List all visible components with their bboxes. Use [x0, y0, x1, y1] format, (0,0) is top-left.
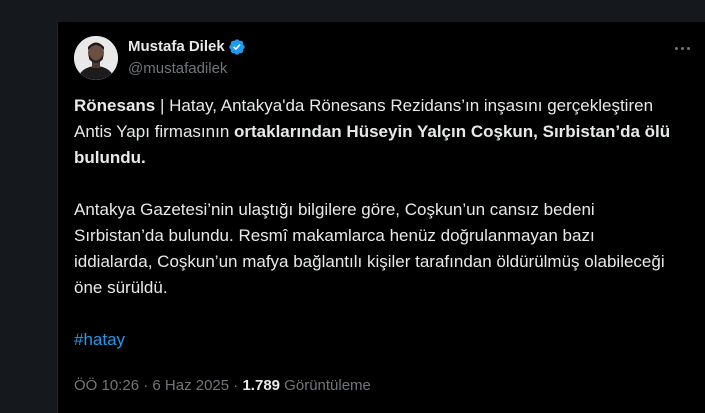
more-options-icon[interactable] — [670, 38, 694, 58]
hashtag-link[interactable]: #hatay — [74, 330, 125, 349]
avatar-image — [74, 36, 118, 80]
tweet-header: Mustafa Dilek @mustafadilek — [74, 36, 694, 80]
author-display-name[interactable]: Mustafa Dilek — [128, 37, 225, 57]
views-count: 1.789 — [242, 377, 281, 394]
views-label: Görüntüleme — [280, 377, 371, 394]
verified-badge-icon[interactable] — [228, 38, 246, 56]
tweet-time[interactable]: ÖÖ 10:26 — [74, 377, 139, 394]
tweet-paragraph-1: Rönesans | Hatay, Antakya'da Rönesans Re… — [74, 93, 674, 171]
author-names: Mustafa Dilek @mustafadilek — [128, 37, 246, 79]
tweet-bold-lead: Rönesans — [74, 96, 156, 115]
avatar[interactable] — [74, 36, 118, 80]
tweet-paragraph-2: Antakya Gazetesi’nin ulaştığı bilgilere … — [74, 200, 665, 297]
tweet-meta: ÖÖ 10:26 · 6 Haz 2025 · 1.789 Görüntülem… — [74, 376, 371, 396]
tweet-text: Rönesans | Hatay, Antakya'da Rönesans Re… — [74, 93, 674, 353]
meta-separator-2: · — [229, 377, 243, 394]
tweet-card: Mustafa Dilek @mustafadilek Rönesans | H… — [57, 22, 705, 413]
meta-separator: · — [139, 377, 153, 394]
tweet-date[interactable]: 6 Haz 2025 — [152, 377, 229, 394]
author-handle[interactable]: @mustafadilek — [128, 59, 246, 79]
